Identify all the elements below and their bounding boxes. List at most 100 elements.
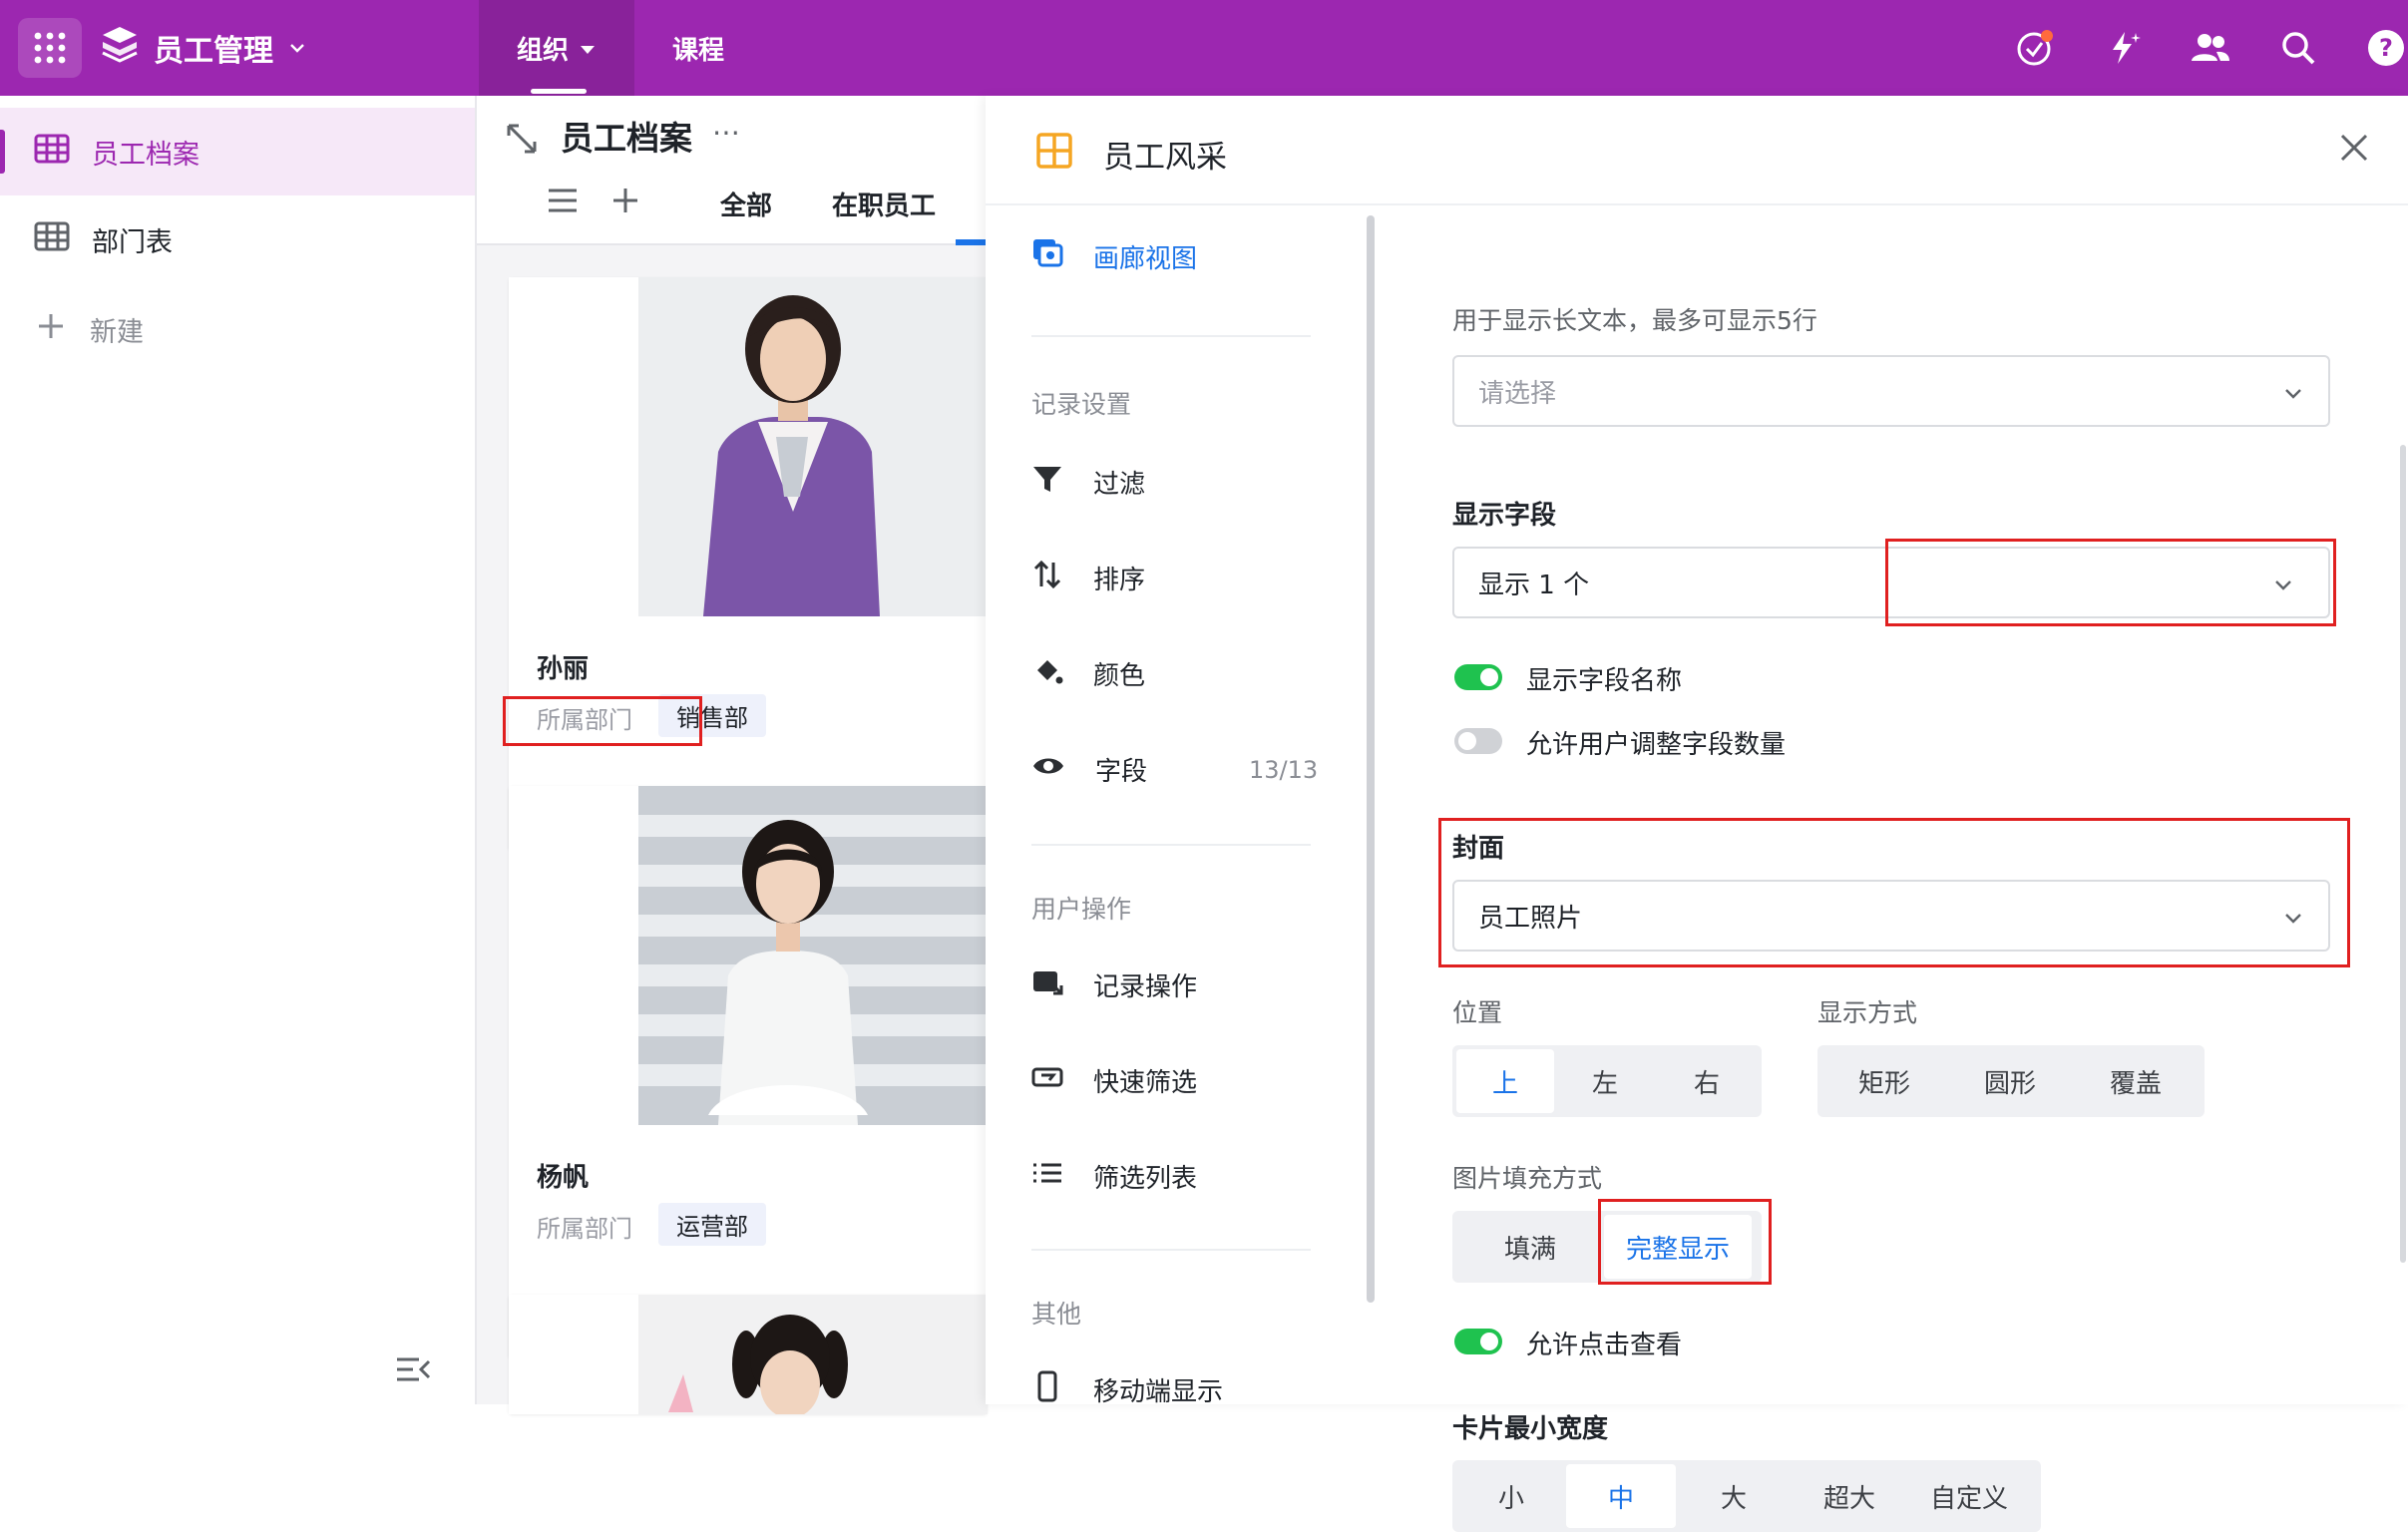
display-fields-label: 显示字段: [1452, 501, 1557, 531]
toggle-allow-adjust-fields[interactable]: [1454, 728, 1502, 754]
nav-color[interactable]: 颜色: [1031, 654, 1145, 693]
gallery-grid-icon: [1035, 132, 1073, 174]
nav-quick-filter[interactable]: 快速筛选: [1031, 1061, 1197, 1100]
gallery-card[interactable]: 孙丽 所属部门 销售部: [509, 277, 988, 850]
active-view-indicator: [956, 239, 986, 245]
nav-label: 排序: [1093, 566, 1146, 595]
card-field-label: 所属部门: [537, 1215, 632, 1243]
tab-all[interactable]: 全部: [720, 186, 772, 222]
nav-tab-label: 组织: [517, 35, 570, 66]
task-check-icon[interactable]: [2013, 26, 2057, 70]
fill-cover[interactable]: 填满: [1456, 1215, 1604, 1279]
nav-label: 移动端显示: [1093, 1377, 1224, 1407]
nav-record-ops[interactable]: 记录操作: [1031, 965, 1197, 1004]
display-cover[interactable]: 覆盖: [2073, 1049, 2199, 1113]
section-other: 其他: [1031, 1300, 1082, 1329]
width-small[interactable]: 小: [1456, 1464, 1566, 1528]
nav-tab-label: 课程: [672, 35, 725, 66]
width-large[interactable]: 大: [1676, 1464, 1792, 1528]
grid-table-icon: [34, 221, 70, 258]
nav-label: 画廊视图: [1093, 244, 1198, 274]
eye-icon: [1031, 750, 1065, 789]
nav-sort[interactable]: 排序: [1031, 559, 1145, 597]
highlight-box: [503, 696, 702, 746]
collapse-sidebar-icon[interactable]: [395, 1354, 431, 1388]
search-icon[interactable]: [2276, 26, 2320, 70]
mobile-icon: [1031, 1370, 1063, 1409]
tab-active-employees[interactable]: 在职员工: [832, 186, 936, 222]
section-record-settings: 记录设置: [1031, 390, 1132, 419]
sidebar-item-departments[interactable]: 部门表: [0, 195, 475, 283]
display-rect[interactable]: 矩形: [1821, 1049, 1947, 1113]
position-left[interactable]: 左: [1554, 1049, 1656, 1113]
plus-icon: [34, 309, 68, 350]
fields-count: 13/13: [1249, 756, 1319, 784]
expand-icon[interactable]: [505, 122, 539, 160]
nav-gallery-view[interactable]: 画廊视图: [1031, 237, 1197, 276]
help-icon[interactable]: ?: [2364, 26, 2408, 70]
nav-label: 过滤: [1093, 470, 1146, 500]
position-top[interactable]: 上: [1456, 1049, 1554, 1113]
width-medium[interactable]: 中: [1566, 1464, 1676, 1528]
add-view-icon[interactable]: [610, 186, 640, 222]
list-icon: [1031, 1157, 1063, 1196]
sidebar-item-label: 员工档案: [92, 139, 200, 171]
nav-filter[interactable]: 过滤: [1031, 463, 1145, 502]
toggle-label: 允许用户调整字段数量: [1526, 730, 1787, 760]
app-name: 员工管理: [154, 34, 273, 69]
nav-mobile-display[interactable]: 移动端显示: [1031, 1370, 1223, 1409]
chevron-down-icon: [2282, 381, 2304, 411]
divider: [1031, 1249, 1311, 1251]
more-icon[interactable]: ⋯: [712, 116, 740, 149]
department-tag: 运营部: [658, 1203, 766, 1246]
nav-fields[interactable]: 字段: [1031, 750, 1147, 789]
paint-bucket-icon: [1031, 654, 1063, 693]
settings-scrollbar[interactable]: [2400, 445, 2406, 1263]
nav-filter-list[interactable]: 筛选列表: [1031, 1157, 1197, 1196]
cover-select[interactable]: 员工照片: [1452, 880, 2330, 952]
width-xlarge[interactable]: 超大: [1792, 1464, 1907, 1528]
sidebar-item-new[interactable]: 新建: [0, 285, 475, 373]
nav-label: 字段: [1095, 757, 1148, 787]
app-launcher-icon[interactable]: [18, 18, 82, 78]
longtext-select[interactable]: 请选择: [1452, 355, 2330, 427]
select-value: 员工照片: [1478, 903, 1583, 934]
gallery-card[interactable]: 杨帆 所属部门 运营部: [509, 786, 988, 1358]
min-width-segmented: 小 中 大 超大 自定义: [1452, 1460, 2041, 1532]
position-right[interactable]: 右: [1656, 1049, 1758, 1113]
list-menu-icon[interactable]: [547, 187, 579, 221]
sidebar: 员工档案 部门表 新建: [0, 96, 477, 1404]
app-logo-icon: [100, 24, 140, 72]
top-bar: 员工管理 组织 课程 ?: [0, 0, 2408, 96]
chevron-down-icon: [287, 31, 307, 66]
filter-icon: [1031, 463, 1063, 502]
card-title: 孙丽: [537, 654, 590, 684]
highlight-box: [1598, 1199, 1772, 1285]
panel-header: 员工风采: [986, 96, 2408, 205]
nav-tab-org[interactable]: 组织: [479, 0, 635, 96]
employee-photo: [509, 786, 988, 1125]
nav-tab-course[interactable]: 课程: [634, 0, 762, 96]
panel-title: 员工风采: [1103, 140, 1227, 176]
app-switcher[interactable]: 员工管理: [100, 22, 307, 74]
page-title: 员工档案: [561, 119, 692, 158]
sort-icon: [1031, 559, 1063, 597]
top-actions: ?: [2013, 20, 2408, 76]
contacts-icon[interactable]: [2189, 26, 2232, 70]
toggle-show-field-name[interactable]: [1454, 664, 1502, 690]
longtext-hint: 用于显示长文本，最多可显示5行: [1452, 306, 1817, 335]
quick-filter-icon: [1031, 1061, 1063, 1100]
position-segmented: 上 左 右: [1452, 1045, 1762, 1117]
view-tabs: 全部 在职员工: [547, 186, 936, 222]
gallery-card[interactable]: [509, 1295, 988, 1414]
toggle-allow-click-view[interactable]: [1454, 1329, 1502, 1354]
nav-scrollbar[interactable]: [1367, 215, 1375, 1303]
chevron-down-icon: [2282, 906, 2304, 936]
width-custom[interactable]: 自定义: [1907, 1464, 2031, 1528]
view-settings-panel: 员工风采 画廊视图 记录设置 过滤 排序 颜色 字段 13/13 用户操作 记录…: [986, 96, 2408, 1532]
display-circle[interactable]: 圆形: [1947, 1049, 2073, 1113]
nav-label: 记录操作: [1093, 972, 1198, 1002]
close-icon[interactable]: [2338, 132, 2370, 168]
ai-sparkle-icon[interactable]: [2101, 26, 2145, 70]
sidebar-item-employee-records[interactable]: 员工档案: [0, 108, 475, 195]
